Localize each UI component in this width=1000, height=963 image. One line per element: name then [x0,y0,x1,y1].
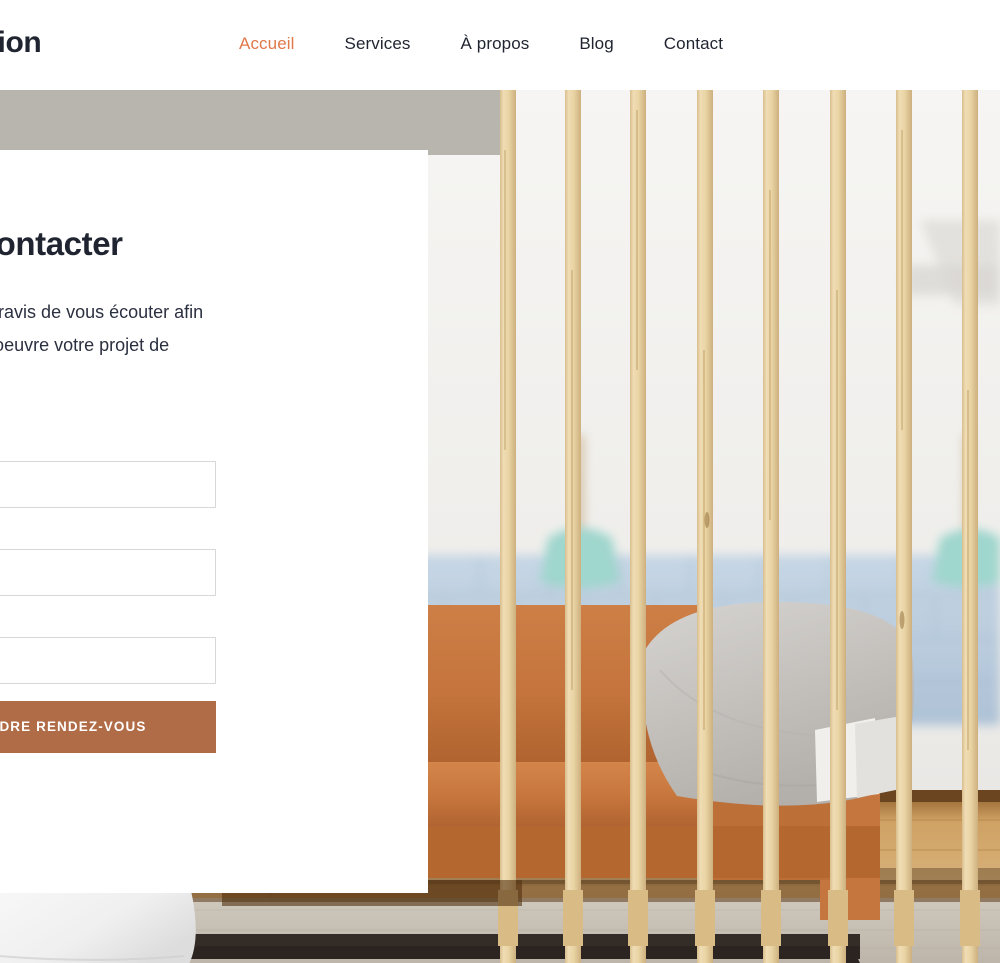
input-email[interactable] [0,548,216,596]
label-telephone: Téléphone [0,613,216,628]
input-nom[interactable] [0,460,216,508]
main-navigation: Accueil Services À propos Blog Contact [239,34,723,54]
nav-item-blog[interactable]: Blog [579,34,613,54]
page-root: Rénovation Accueil Services À propos Blo… [0,0,1000,963]
label-nom: Nom [0,437,216,452]
site-logo[interactable]: Rénovation [0,26,42,60]
nav-item-services[interactable]: Services [345,34,411,54]
contact-card-description: Nous serions ravis de vous écouter afin … [0,301,204,355]
label-email: Email [0,525,216,540]
nav-item-accueil[interactable]: Accueil [239,34,295,54]
form-field-email: Email [0,525,216,596]
contact-card-title: Nous contacter [0,225,123,262]
contact-card: Nous contacter Nous serions ravis de vou… [0,150,428,893]
site-header: Rénovation Accueil Services À propos Blo… [0,0,1000,90]
submit-appointment-button[interactable]: PRENDRE RENDEZ-VOUS [0,700,216,753]
hero-grey-band [0,90,500,155]
nav-item-contact[interactable]: Contact [664,34,723,54]
nav-item-a-propos[interactable]: À propos [461,34,530,54]
form-field-nom: Nom [0,437,216,508]
form-field-telephone: Téléphone [0,613,216,684]
input-telephone[interactable] [0,636,216,684]
contact-form: Nom Email Téléphone PRENDRE RENDEZ-VOUS [0,437,216,753]
